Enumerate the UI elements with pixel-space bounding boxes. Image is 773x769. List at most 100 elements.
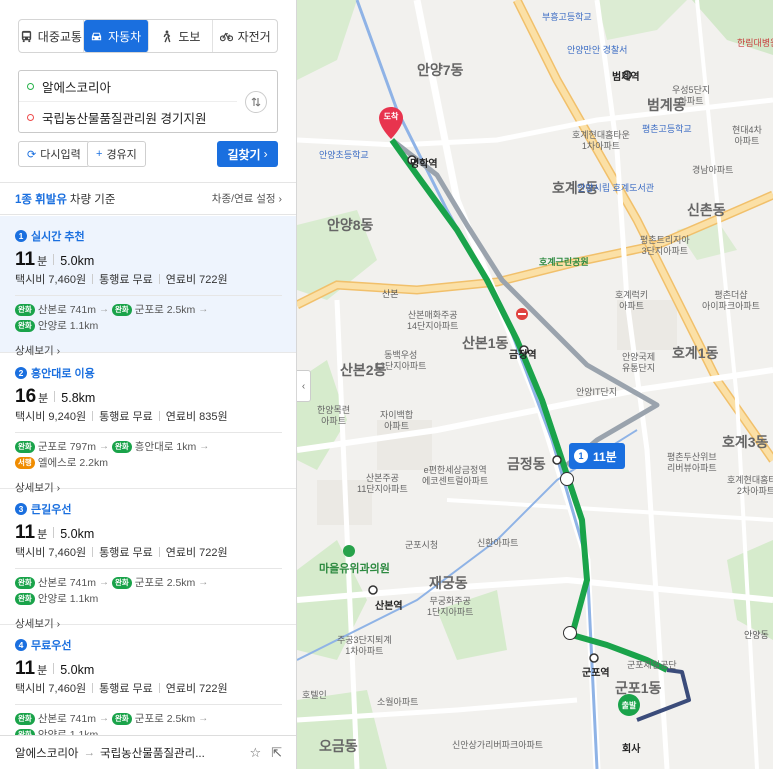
route-distance: 5.0km [60, 663, 95, 677]
reset-input-button[interactable]: ⟳ 다시입력 [18, 141, 90, 167]
fuel-basis-text: 차량 기준 [69, 193, 116, 206]
poi-label: 안양초등학교 [319, 150, 369, 160]
route-roads: 완화 산본로 741m → 완화 군포로 2.5km → 완화 안양로 1.1k… [15, 575, 282, 607]
route-option[interactable]: 3 큰길우선 11 분 5.0km 택시비 7,460원 통행료 무료 연료비 … [0, 489, 296, 630]
route-option-title: 큰길우선 [31, 504, 72, 516]
tab-walk-label: 도보 [178, 29, 201, 44]
poi-label: 동백우성 13단지아파트 [375, 350, 427, 371]
bus-icon [21, 30, 31, 42]
poi-label: 신안상가리버파크아파트 [452, 740, 544, 750]
divider [15, 568, 282, 569]
area-label: 안양7동 [417, 62, 464, 78]
ic-label: 산본 [382, 289, 399, 299]
station-label: 명학역 [410, 159, 438, 170]
route-distance: 5.8km [61, 391, 96, 405]
traffic-badge: 완화 [111, 304, 132, 316]
share-icon[interactable]: ⇱ [271, 745, 282, 761]
poi-label: 우성5단지 아파트 [672, 85, 711, 106]
route-option-title: 흥안대로 이용 [31, 368, 95, 380]
add-waypoint-button[interactable]: + 경유지 [87, 141, 146, 167]
divider [158, 274, 160, 284]
tab-bike[interactable]: 자전거 [213, 20, 277, 52]
divider [53, 253, 55, 265]
divider [92, 683, 94, 693]
tab-car[interactable]: 자동차 [83, 20, 149, 52]
route-minutes-unit: 분 [38, 393, 49, 405]
route-minutes: 11 [15, 522, 36, 543]
tab-car-label: 자동차 [108, 29, 142, 44]
arrow-right-icon: → [198, 713, 209, 724]
destination-dot-icon [27, 114, 34, 121]
route-fees: 택시비 9,240원 통행료 무료 연료비 835원 [15, 408, 282, 424]
origin-text: 알에스코리아 [42, 80, 112, 95]
area-label: 재궁동 [429, 575, 468, 591]
poi-label: 신환아파트 [477, 538, 519, 548]
park-label: 호계근린공원 [539, 257, 589, 267]
road-segment: 산본로 741m [37, 577, 96, 589]
divider [15, 295, 282, 296]
route-option-header: 2 흥안대로 이용 [15, 366, 282, 380]
speed-camera-icon [560, 472, 574, 486]
route-minutes-unit: 분 [37, 665, 48, 677]
route-roads: 완화 군포로 797m → 완화 흥안대로 1km → 서행 엘에스로 2.2k… [15, 439, 282, 471]
destination-field[interactable]: 국립농산물품질관리원 경기지원 [19, 102, 237, 133]
arrow-right-icon: → [98, 713, 109, 724]
road-segment: 산본로 741m [37, 304, 96, 316]
chevron-right-icon: › [263, 147, 268, 161]
poi-label: 평촌고등학교 [642, 124, 692, 134]
tab-bike-label: 자전거 [237, 29, 271, 44]
tab-walk[interactable]: 도보 [149, 20, 214, 52]
start-pin[interactable]: 출발 [618, 694, 640, 716]
vehicle-settings-link[interactable]: 차종/연료 설정 › [212, 191, 282, 206]
route-distance: 5.0km [60, 527, 95, 541]
star-icon[interactable]: ☆ [249, 745, 261, 761]
route-option[interactable]: 4 무료우선 11 분 5.0km 택시비 7,460원 통행료 무료 연료비 … [0, 625, 296, 741]
poi-label: 무궁화주공 1단지아파트 [427, 596, 474, 617]
area-label: 금정동 [507, 456, 546, 472]
station-label: 금정역 [509, 350, 537, 361]
summary-actions: ☆ ⇱ [249, 745, 282, 761]
eta-badge[interactable]: 1 11분 [569, 443, 625, 469]
divider [15, 432, 282, 433]
find-route-button[interactable]: 길찾기 › [217, 141, 278, 167]
divider [15, 704, 282, 705]
traffic-badge: 완화 [15, 441, 35, 453]
divider [92, 411, 94, 421]
collapse-panel-button[interactable]: ‹ [297, 370, 311, 402]
tab-transit[interactable]: 대중교통 [19, 20, 84, 52]
traffic-badge: 완화 [111, 577, 132, 589]
route-option[interactable]: 1 실시간 추천 11 분 5.0km 택시비 7,460원 통행료 무료 연료… [0, 216, 296, 357]
area-label: 안양동 [744, 630, 769, 640]
road-line: 완화 안양로 1.1km [15, 591, 282, 607]
poi-label: 호텔인 [302, 690, 327, 700]
poi-label: 현대4차 아파트 [732, 125, 762, 146]
map-view[interactable]: 안양7동 범계동 호계2동 신촌동 안양8동 산본1동 호계1동 산본2동 호계… [297, 0, 773, 769]
poi-label: 소월아파트 [377, 697, 419, 707]
divider [158, 411, 160, 421]
road-segment: 군포로 2.5km [134, 713, 196, 725]
route-option[interactable]: 2 흥안대로 이용 16 분 5.8km 택시비 9,240원 통행료 무료 연… [0, 353, 296, 494]
route-panel: 대중교통 자동차 도보 자전거 알에스코리아 국립농산물품질관리원 경기지원 ⟳… [0, 0, 297, 769]
swap-route-button[interactable] [245, 91, 267, 113]
add-waypoint-label: 경유지 [106, 149, 137, 161]
poi-label: 경남아파트 [692, 165, 734, 175]
route-distance: 5.0km [60, 254, 95, 268]
arrow-right-icon: → [199, 441, 210, 452]
road-segment: 안양로 1.1km [37, 320, 99, 332]
divider [92, 547, 94, 557]
origin-field[interactable]: 알에스코리아 [19, 71, 237, 102]
road-line: 서행 엘에스로 2.2km [15, 455, 282, 471]
poi-label: 안양국제 유통단지 [622, 352, 656, 373]
road-segment: 군포로 797m [37, 441, 96, 453]
road-segment: 군포로 2.5km [134, 304, 196, 316]
divider [53, 662, 55, 674]
fuel-type[interactable]: 1종 휘발유 [15, 191, 67, 207]
poi-label: 한림대병원 [737, 38, 773, 48]
destination-pin[interactable]: 도착 [379, 107, 403, 139]
route-fees: 택시비 7,460원 통행료 무료 연료비 722원 [15, 680, 282, 696]
poi-label: 안양만안 경찰서 [567, 45, 628, 55]
route-minutes-unit: 분 [37, 529, 48, 541]
area-label: 신촌동 [687, 202, 726, 218]
route-action-row: ⟳ 다시입력 + 경유지 길찾기 › [18, 141, 278, 167]
route-minutes: 16 [15, 386, 37, 407]
